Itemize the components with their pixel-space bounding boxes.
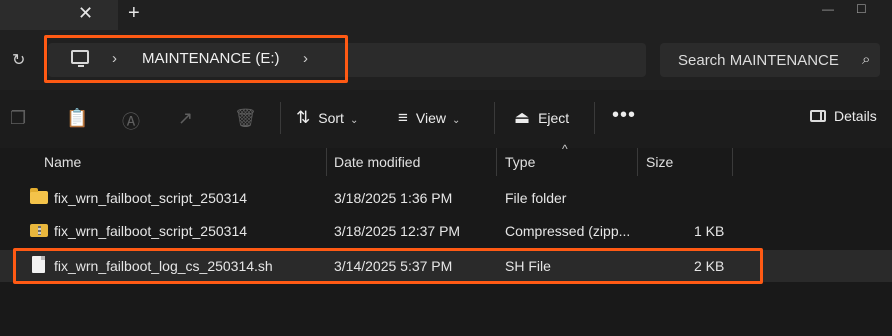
eject-icon: ⏏ <box>514 108 531 127</box>
sort-button[interactable]: ⇅ Sort ⌄ <box>296 108 358 128</box>
refresh-icon[interactable]: ↻ <box>12 50 25 70</box>
file-name: fix_wrn_failboot_script_250314 <box>54 190 248 206</box>
details-label: Details <box>834 108 877 124</box>
column-divider[interactable] <box>326 148 327 176</box>
row-highlight-box <box>13 248 763 284</box>
paste-icon[interactable]: 📋 <box>66 108 88 129</box>
chevron-down-icon: ⌄ <box>349 115 359 126</box>
file-row[interactable]: fix_wrn_failboot_script_250314 3/18/2025… <box>0 215 892 247</box>
file-date: 3/18/2025 1:36 PM <box>334 190 453 206</box>
toolbar-divider <box>594 102 595 134</box>
folder-icon <box>30 188 48 204</box>
eject-label: Eject <box>538 110 570 126</box>
chevron-down-icon: ⌄ <box>452 115 461 126</box>
eject-button[interactable]: ⏏ Eject <box>514 108 569 128</box>
file-type: File folder <box>505 190 567 206</box>
column-divider[interactable] <box>637 148 638 176</box>
search-input[interactable]: Search MAINTENANCE <box>678 52 839 69</box>
toolbar-divider <box>494 102 495 134</box>
address-row: ↻ › MAINTENANCE (E:) › Search MAINTENANC… <box>0 30 892 90</box>
column-header-size[interactable]: Size <box>646 154 673 170</box>
file-name: fix_wrn_failboot_script_250314 <box>54 223 248 239</box>
minimize-icon[interactable]: — <box>822 2 834 16</box>
file-type: Compressed (zipp... <box>505 223 631 239</box>
command-bar: ❐ 📋 Ⓐ ↗ 🗑 ⇅ Sort ⌄ ≡ View ⌄ ⏏ Eject ••• Detai… <box>0 90 892 148</box>
address-highlight-box <box>44 35 348 83</box>
view-icon: ≡ <box>398 108 408 127</box>
view-label: View <box>415 110 447 126</box>
details-pane-icon <box>810 110 826 122</box>
file-size: 1 KB <box>694 223 725 239</box>
sort-icon: ⇅ <box>296 108 311 127</box>
column-header-date-modified[interactable]: Date modified <box>334 154 420 170</box>
new-tab-icon[interactable]: + <box>128 2 140 25</box>
details-button[interactable]: Details <box>810 108 877 124</box>
active-tab[interactable] <box>0 0 118 30</box>
close-tab-icon[interactable]: ✕ <box>78 3 93 24</box>
tab-bar: ✕ + — ☐ <box>0 0 892 30</box>
file-list: Name Date modified Type ^ Size fix_wrn_f… <box>0 142 892 336</box>
toolbar-divider <box>280 102 281 134</box>
search-icon[interactable]: ⌕ <box>862 51 870 68</box>
view-button[interactable]: ≡ View ⌄ <box>398 108 460 128</box>
file-row[interactable]: fix_wrn_failboot_script_250314 3/18/2025… <box>0 182 892 214</box>
sort-ascending-icon: ^ <box>562 142 568 156</box>
column-header-name[interactable]: Name <box>44 154 81 170</box>
column-header-type[interactable]: Type <box>505 154 535 170</box>
share-icon[interactable]: ↗ <box>178 108 193 129</box>
more-options-icon[interactable]: ••• <box>612 104 636 127</box>
zip-folder-icon <box>30 224 48 237</box>
column-divider[interactable] <box>732 148 733 176</box>
delete-icon[interactable]: 🗑 <box>234 108 257 129</box>
sort-label: Sort <box>318 110 344 126</box>
column-divider[interactable] <box>496 148 497 176</box>
copy-icon[interactable]: ❐ <box>10 108 26 129</box>
maximize-icon[interactable]: ☐ <box>856 2 867 16</box>
rename-icon[interactable]: Ⓐ <box>122 108 140 134</box>
file-date: 3/18/2025 12:37 PM <box>334 223 461 239</box>
